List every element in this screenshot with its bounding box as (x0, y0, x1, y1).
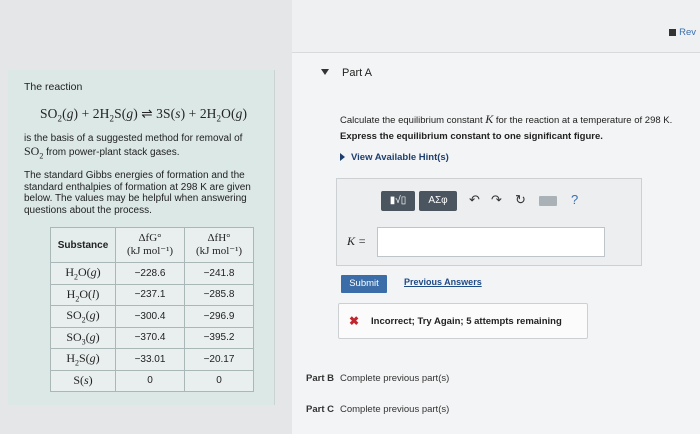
collapse-caret-icon[interactable] (321, 69, 329, 75)
header-enthalpy: ΔfH° (kJ mol⁻¹) (184, 227, 254, 263)
templates-button[interactable]: ▮√▯ (381, 191, 415, 211)
reset-icon[interactable]: ↻ (515, 192, 526, 208)
k-label: K = (347, 234, 367, 248)
view-hints-link[interactable]: View Available Hint(s) (340, 152, 449, 163)
part-b-label: Part B (306, 373, 334, 384)
chemical-equation: SO2(g) + 2H2S(g) ⇌ 3S(s) + 2H2O(g) (40, 106, 248, 124)
table-header-row: Substance ΔfG° (kJ mol⁻¹) ΔfH° (kJ mol⁻¹) (50, 227, 254, 263)
problem-statement-panel: The reaction SO2(g) + 2H2S(g) ⇌ 3S(s) + … (8, 70, 275, 405)
table-row: H2O(g) −228.6 −241.8 (50, 262, 254, 285)
substance-cell: H2S(g) (50, 348, 116, 371)
enthalpy-cell: −285.8 (184, 283, 254, 306)
gibbs-description: The standard Gibbs energies of formation… (24, 170, 251, 216)
part-c-text: Complete previous part(s) (339, 404, 450, 415)
k-answer-input[interactable] (377, 227, 605, 257)
greek-symbols-button[interactable]: ΑΣφ (419, 191, 457, 211)
part-b-row[interactable]: Part B Complete previous part(s) (306, 373, 449, 384)
part-c-row[interactable]: Part C Complete previous part(s) (306, 404, 449, 415)
error-x-icon: ✖ (349, 314, 360, 328)
reaction-heading: The reaction (24, 81, 83, 93)
enthalpy-cell: −241.8 (184, 262, 254, 285)
basis-text: is the basis of a suggested method for r… (24, 133, 264, 162)
review-icon (669, 28, 677, 36)
header-substance: Substance (50, 227, 116, 263)
question-panel: Rev Part A Calculate the equilibrium con… (292, 0, 700, 434)
part-c-label: Part C (306, 404, 334, 415)
basis-pre: is the basis of a suggested method for r… (24, 133, 243, 144)
table-row: S(s) 0 0 (50, 369, 254, 392)
feedback-text: Incorrect; Try Again; 5 attempts remaini… (371, 316, 562, 327)
substance-cell: SO3(g) (50, 326, 116, 349)
basis-post: from power-plant stack gases. (43, 147, 180, 158)
answer-box: ▮√▯ ΑΣφ ↶ ↷ ↻ ? K = (336, 178, 642, 266)
hint-label: View Available Hint(s) (351, 152, 449, 163)
feedback-message: ✖ Incorrect; Try Again; 5 attempts remai… (338, 303, 588, 339)
review-link[interactable]: Rev (669, 27, 696, 38)
enthalpy-cell: −20.17 (184, 348, 254, 371)
thermodynamic-data-table: Substance ΔfG° (kJ mol⁻¹) ΔfH° (kJ mol⁻¹) … (50, 227, 254, 392)
basis-formula: SO2 (24, 144, 44, 161)
table-row: SO3(g) −370.4 −395.2 (50, 326, 254, 349)
keyboard-icon[interactable] (539, 196, 557, 206)
table-row: H2S(g) −33.01 −20.17 (50, 348, 254, 371)
part-b-text: Complete previous part(s) (339, 373, 450, 384)
substance-cell: S(s) (50, 369, 116, 392)
substance-cell: H2O(l) (50, 283, 116, 306)
gibbs-cell: −33.01 (115, 348, 185, 371)
question-text: Calculate the equilibrium constant K for… (340, 112, 673, 126)
enthalpy-cell: 0 (184, 369, 254, 392)
gibbs-cell: −237.1 (115, 283, 185, 306)
gibbs-cell: −228.6 (115, 262, 185, 285)
previous-answers-link[interactable]: Previous Answers (404, 277, 482, 287)
table-row: SO2(g) −300.4 −296.9 (50, 305, 254, 328)
instruction-text: Express the equilibrium constant to one … (340, 131, 603, 142)
header-gibbs: ΔfG° (kJ mol⁻¹) (115, 227, 185, 263)
table-row: H2O(l) −237.1 −285.8 (50, 283, 254, 306)
gibbs-cell: −300.4 (115, 305, 185, 328)
review-label: Rev (679, 27, 696, 38)
expand-arrow-icon (340, 153, 345, 162)
enthalpy-cell: −296.9 (184, 305, 254, 328)
enthalpy-cell: −395.2 (184, 326, 254, 349)
substance-cell: SO2(g) (50, 305, 116, 328)
part-a-title[interactable]: Part A (342, 67, 372, 79)
top-bar: Rev (292, 0, 700, 53)
redo-icon[interactable]: ↷ (491, 192, 502, 208)
undo-icon[interactable]: ↶ (469, 192, 480, 208)
help-button[interactable]: ? (571, 192, 578, 207)
gibbs-cell: −370.4 (115, 326, 185, 349)
submit-button[interactable]: Submit (341, 275, 387, 293)
substance-cell: H2O(g) (50, 262, 116, 285)
gibbs-cell: 0 (115, 369, 185, 392)
